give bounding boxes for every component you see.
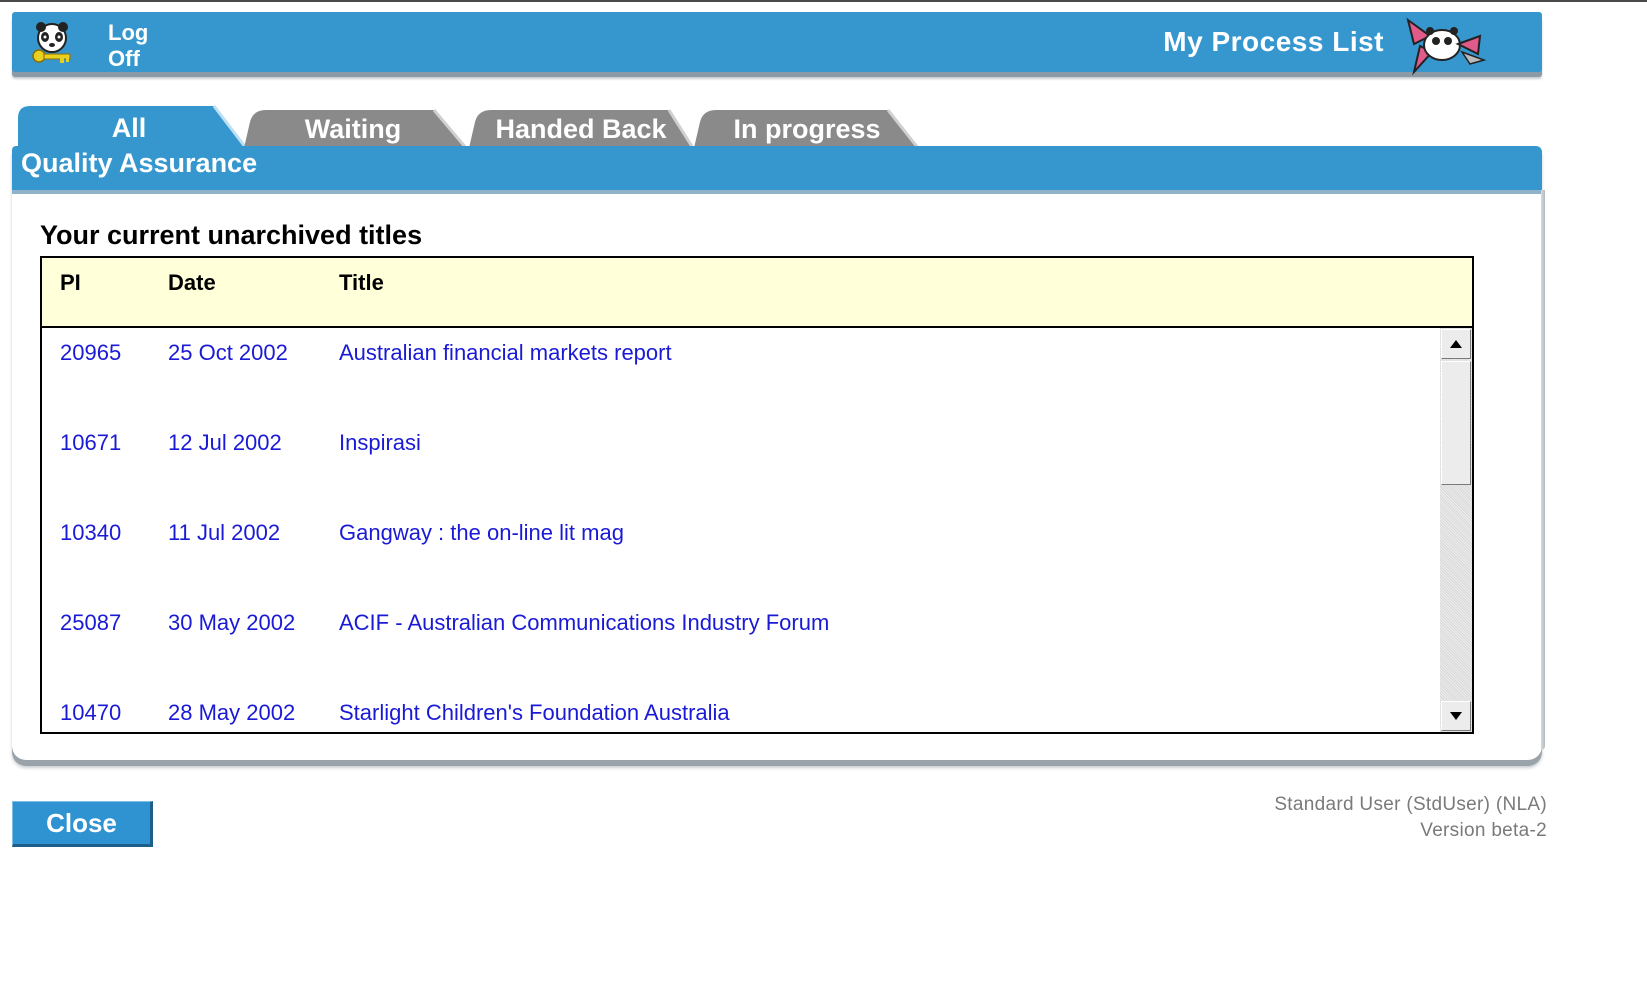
cell-pi[interactable]: 10340: [60, 520, 121, 546]
app-header: Log Off My Process List: [12, 12, 1542, 76]
close-button[interactable]: Close: [12, 801, 153, 847]
panda-key-icon: [32, 22, 71, 63]
titles-table: PI Date Title 20965 25 Oct 2002 Australi…: [40, 256, 1474, 734]
panda-fly-icon: [1406, 17, 1487, 76]
window-top-border: [0, 0, 1647, 2]
page-title: My Process List: [1163, 26, 1384, 57]
tab-handed-back-label: Handed Back: [495, 114, 667, 144]
logoff-button[interactable]: Log Off: [30, 18, 160, 71]
table-row[interactable]: 25087 30 May 2002 ACIF - Australian Comm…: [42, 598, 1438, 688]
arrow-down-icon: [1450, 712, 1462, 720]
tab-all-label: All: [111, 113, 147, 143]
main-panel: Quality Assurance Your current unarchive…: [12, 146, 1545, 760]
table-scrollbar[interactable]: [1440, 328, 1472, 732]
table-header: PI Date Title: [42, 258, 1472, 328]
tab-all[interactable]: All: [18, 104, 246, 148]
cell-date[interactable]: 25 Oct 2002: [168, 340, 288, 366]
tab-in-progress[interactable]: In progress: [694, 108, 918, 148]
column-header-date: Date: [168, 270, 216, 295]
table-row[interactable]: 10671 12 Jul 2002 Inspirasi: [42, 418, 1438, 508]
cell-title[interactable]: Australian financial markets report: [339, 340, 672, 366]
panel-header: Quality Assurance: [12, 146, 1542, 190]
cell-date[interactable]: 12 Jul 2002: [168, 430, 282, 456]
panel-title: Quality Assurance: [21, 148, 258, 178]
column-header-pi: PI: [60, 270, 81, 295]
cell-title[interactable]: Gangway : the on-line lit mag: [339, 520, 624, 546]
section-heading: Your current unarchived titles: [40, 220, 423, 250]
scroll-down-button[interactable]: [1441, 701, 1471, 731]
cell-pi[interactable]: 25087: [60, 610, 121, 636]
cell-date[interactable]: 11 Jul 2002: [168, 520, 280, 546]
version-label: Version beta-2: [1420, 820, 1547, 841]
cell-pi[interactable]: 20965: [60, 340, 121, 366]
arrow-up-icon: [1450, 340, 1462, 348]
cell-pi[interactable]: 10470: [60, 700, 121, 726]
user-info: Standard User (StdUser) (NLA) Version be…: [1274, 792, 1547, 844]
user-name: Standard User (StdUser) (NLA): [1274, 794, 1547, 815]
tab-in-progress-label: In progress: [733, 114, 881, 144]
tab-waiting-label: Waiting: [304, 114, 402, 144]
cell-title[interactable]: Inspirasi: [339, 430, 421, 456]
table-row[interactable]: 10470 28 May 2002 Starlight Children's F…: [42, 688, 1438, 732]
logoff-label: Log Off: [108, 20, 149, 71]
cell-title[interactable]: ACIF - Australian Communications Industr…: [339, 610, 829, 636]
cell-title[interactable]: Starlight Children's Foundation Australi…: [339, 700, 730, 726]
scroll-up-button[interactable]: [1441, 329, 1471, 359]
table-body: 20965 25 Oct 2002 Australian financial m…: [42, 328, 1438, 732]
table-row[interactable]: 10340 11 Jul 2002 Gangway : the on-line …: [42, 508, 1438, 598]
panel-shadow: [1541, 190, 1545, 750]
cell-date[interactable]: 30 May 2002: [168, 610, 295, 636]
scroll-thumb[interactable]: [1441, 361, 1471, 485]
column-header-title: Title: [339, 270, 384, 295]
table-row[interactable]: 20965 25 Oct 2002 Australian financial m…: [42, 328, 1438, 418]
cell-date[interactable]: 28 May 2002: [168, 700, 295, 726]
tab-waiting[interactable]: Waiting: [244, 108, 466, 148]
tab-handed-back[interactable]: Handed Back: [469, 108, 693, 148]
cell-pi[interactable]: 10671: [60, 430, 121, 456]
